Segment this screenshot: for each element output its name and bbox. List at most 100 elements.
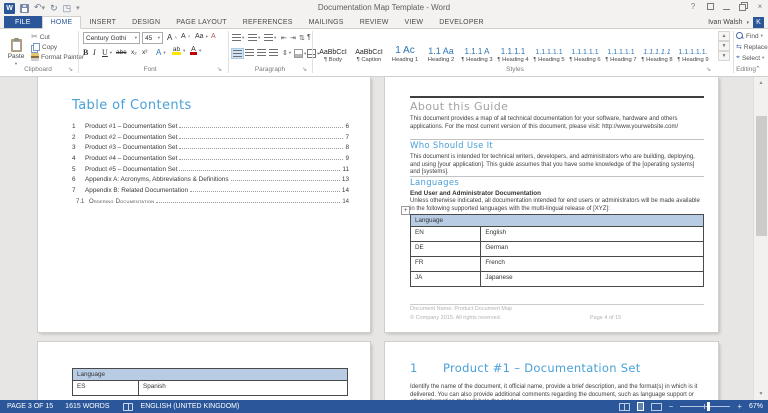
restore-icon[interactable]	[739, 4, 746, 11]
clipboard-dialog-launcher-icon[interactable]: ⇘	[68, 66, 73, 73]
page-about-this-guide[interactable]: About this Guide This document provides …	[385, 77, 718, 332]
styles-scroll-up-icon[interactable]: ▲	[718, 31, 730, 41]
zoom-in-icon[interactable]: +	[737, 402, 742, 411]
toc-entry[interactable]: 5 Product #5 – Documentation Set 11	[72, 166, 349, 174]
change-case-button[interactable]: Aa▾	[195, 33, 208, 40]
toc-heading[interactable]: Table of Contents	[72, 98, 192, 113]
multilevel-list-button[interactable]: ▾	[263, 33, 277, 42]
highlight-color-button[interactable]: ab ▾	[172, 47, 185, 55]
style-item-heading-7[interactable]: 1.1.1.1.1 ¶ Heading 7	[603, 31, 639, 64]
toc-entry[interactable]: 3 Product #3 – Documentation Set 8	[72, 144, 349, 152]
zoom-out-icon[interactable]: −	[669, 402, 674, 411]
account-area[interactable]: Ivan Walsh ▾ K	[708, 17, 764, 28]
style-item-heading-1[interactable]: 1 Ac Heading 1	[387, 31, 423, 64]
align-center-button[interactable]	[244, 48, 255, 57]
style-item-heading-4[interactable]: 1.1.1.1 ¶ Heading 4	[495, 31, 531, 64]
help-icon[interactable]: ?	[688, 2, 698, 11]
languages-heading[interactable]: Languages	[410, 178, 459, 188]
styles-dialog-launcher-icon[interactable]: ⇘	[706, 66, 711, 73]
select-button[interactable]: ⌖ Select▾	[736, 54, 764, 62]
bold-button[interactable]: B	[83, 48, 88, 57]
align-left-button[interactable]	[231, 48, 244, 59]
product-heading-number[interactable]: 1	[410, 361, 417, 375]
tab-home[interactable]: HOME	[42, 16, 82, 29]
cut-button[interactable]: ✂ Cut	[31, 33, 50, 41]
superscript-button[interactable]: x²	[142, 49, 147, 56]
table-header-cell[interactable]: Language	[411, 215, 704, 227]
toc-entry[interactable]: 4 Product #4 – Documentation Set 9	[72, 155, 349, 163]
language-name-cell[interactable]: Spanish	[139, 381, 348, 396]
web-layout-icon[interactable]	[651, 403, 662, 411]
language-code-cell[interactable]: EN	[411, 227, 481, 242]
ribbon-display-options-icon[interactable]	[707, 3, 714, 10]
footer-page-number[interactable]: Page 4 of 15	[590, 315, 621, 321]
strikethrough-button[interactable]: abc	[116, 49, 126, 56]
language-indicator[interactable]: ENGLISH (UNITED KINGDOM)	[141, 403, 240, 410]
italic-button[interactable]: I	[93, 48, 96, 57]
show-marks-button[interactable]: ¶	[306, 33, 312, 42]
bullets-button[interactable]: ▾	[231, 33, 245, 42]
copy-button[interactable]: Copy	[31, 43, 57, 51]
line-spacing-button[interactable]: ⇕▾	[281, 48, 292, 58]
grow-font-button[interactable]: A˄	[167, 33, 177, 42]
page-table-of-contents[interactable]: Table of Contents 1 Product #1 – Documen…	[38, 77, 370, 332]
print-layout-icon[interactable]	[637, 402, 644, 411]
language-code-cell[interactable]: ES	[73, 381, 139, 396]
shrink-font-button[interactable]: A˅	[181, 33, 190, 40]
underline-button[interactable]: U▾	[102, 48, 112, 57]
clear-formatting-button[interactable]: A	[211, 33, 216, 40]
toc-entry[interactable]: 2 Product #2 – Documentation Set 7	[72, 134, 349, 142]
style-item-heading-3[interactable]: 1.1.1 A ¶ Heading 3	[459, 31, 495, 64]
language-name-cell[interactable]: German	[481, 242, 704, 257]
style-item-heading-9[interactable]: 1.1.1.1.1. ¶ Heading 9	[675, 31, 711, 64]
numbering-button[interactable]: ▾	[247, 33, 261, 42]
page-languages-continued[interactable]: Language ES Spanish	[38, 342, 370, 400]
style-item-heading-2[interactable]: 1.1 Aa Heading 2	[423, 31, 459, 64]
languages-subheading[interactable]: End User and Administrator Documentation	[410, 190, 541, 197]
style-item-body[interactable]: AaBbCcI ¶ Body	[315, 31, 351, 64]
tab-file[interactable]: FILE	[4, 16, 42, 28]
scrollbar-thumb[interactable]	[756, 116, 767, 236]
product-heading[interactable]: Product #1 – Documentation Set	[443, 361, 641, 375]
language-name-cell[interactable]: English	[481, 227, 704, 242]
styles-scroll-down-icon[interactable]: ▼	[718, 41, 730, 51]
toc-entry[interactable]: 1 Product #1 – Documentation Set 6	[72, 123, 349, 131]
footer-doc-name[interactable]: Document Name: Product Document Map	[410, 306, 512, 312]
read-mode-icon[interactable]	[619, 403, 630, 411]
scroll-up-icon[interactable]: ▲	[754, 77, 768, 89]
language-code-cell[interactable]: JA	[411, 272, 481, 287]
table-header-cell[interactable]: Language	[73, 369, 348, 381]
styles-more-icon[interactable]: ▼	[718, 51, 730, 61]
page-product-1[interactable]: 1 Product #1 – Documentation Set Identif…	[385, 342, 718, 400]
proofing-book-icon[interactable]	[123, 403, 133, 411]
format-painter-button[interactable]: Format Painter	[31, 53, 84, 61]
page-indicator[interactable]: PAGE 3 OF 15	[7, 403, 53, 410]
font-dialog-launcher-icon[interactable]: ⇘	[217, 66, 222, 73]
zoom-percentage[interactable]: 67%	[749, 403, 763, 410]
style-item-heading-6[interactable]: 1.1.1.1.1 ¶ Heading 6	[567, 31, 603, 64]
language-name-cell[interactable]: Japanese	[481, 272, 704, 287]
word-count[interactable]: 1615 WORDS	[65, 403, 109, 410]
language-code-cell[interactable]: DE	[411, 242, 481, 257]
zoom-slider[interactable]	[680, 406, 730, 407]
collapse-ribbon-icon[interactable]: ⌃	[755, 65, 761, 73]
tab-design[interactable]: DESIGN	[124, 16, 168, 28]
tab-references[interactable]: REFERENCES	[235, 16, 301, 28]
toc-entry[interactable]: 6 Appendix A: Acronyms, Abbreviations & …	[72, 176, 349, 184]
about-intro-paragraph[interactable]: This document provides a map of all tech…	[410, 116, 704, 131]
tab-view[interactable]: VIEW	[397, 16, 432, 28]
product-body-paragraph[interactable]: Identify the name of the document, it of…	[410, 384, 704, 400]
who-should-use-heading[interactable]: Who Should Use It	[410, 141, 493, 151]
about-heading[interactable]: About this Guide	[410, 100, 508, 113]
close-icon[interactable]: ×	[755, 2, 765, 11]
tab-developer[interactable]: DEVELOPER	[431, 16, 492, 28]
tab-review[interactable]: REVIEW	[352, 16, 397, 28]
table-move-handle[interactable]: +	[401, 206, 410, 215]
vertical-scrollbar[interactable]: ▲ ▼	[753, 77, 768, 400]
font-size-combobox[interactable]: 45 ▾	[142, 32, 163, 44]
tab-mailings[interactable]: MAILINGS	[301, 16, 352, 28]
tab-insert[interactable]: INSERT	[81, 16, 124, 28]
style-item-heading-5[interactable]: 1.1.1.1.1 ¶ Heading 5	[531, 31, 567, 64]
zoom-slider-thumb[interactable]	[707, 402, 710, 411]
replace-button[interactable]: ⇆ Replace	[736, 43, 768, 51]
